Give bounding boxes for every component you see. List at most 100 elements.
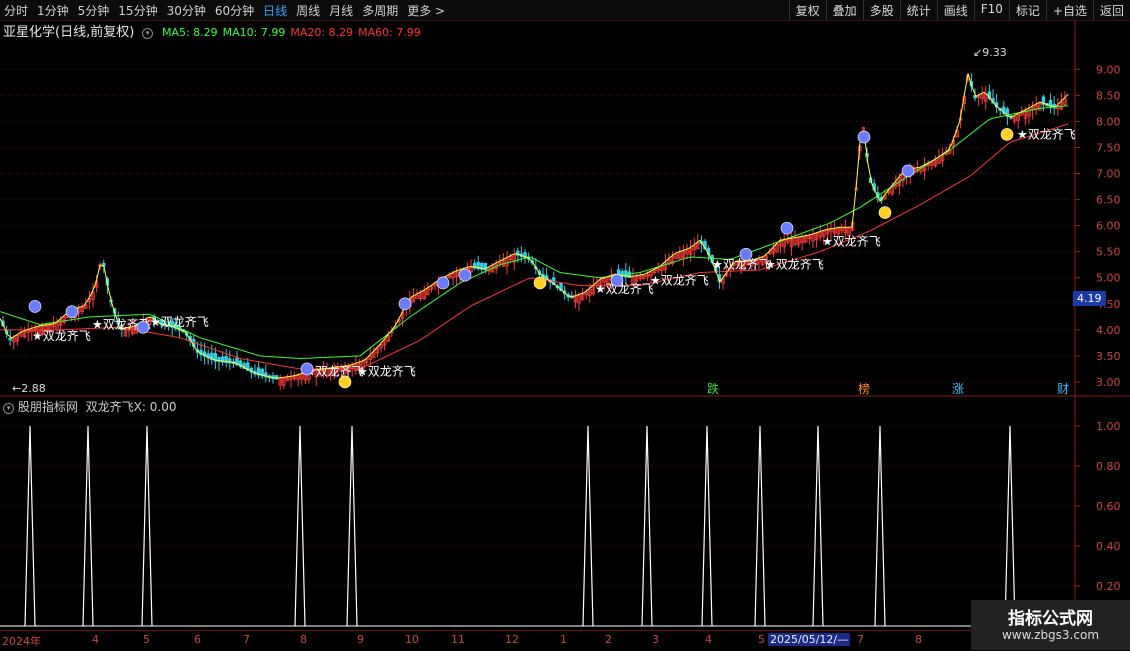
period-tabs: 分时 1分钟 5分钟 15分钟 30分钟 60分钟 日线 周线 月线 多周期 更多 >: [4, 2, 445, 19]
signal-label-4: ★双龙齐飞: [357, 364, 416, 379]
event-label-2: 涨: [952, 381, 964, 396]
indicator-spike-8: [754, 425, 766, 627]
candle-body: [8, 337, 12, 341]
date-label-9: 12: [505, 633, 519, 646]
toolbar-button-0[interactable]: 复权: [788, 0, 826, 20]
toolbar-button-8[interactable]: 返回: [1092, 0, 1130, 20]
face-marker-14: [901, 164, 915, 178]
date-label-6: 9: [357, 633, 364, 646]
ytick-label-8: 5.00: [1096, 272, 1121, 285]
indicator-name: 股朋指标网: [17, 400, 78, 414]
ytick-label-4: 7.00: [1096, 168, 1121, 181]
ma-label-0: MA5: 8.29: [161, 26, 218, 39]
toolbar-button-3[interactable]: 统计: [899, 0, 937, 20]
tab-period-2[interactable]: 5分钟: [78, 2, 110, 19]
face-marker-7: [458, 268, 472, 282]
ytick-label-6: 6.00: [1096, 220, 1121, 233]
date-label-10: 1: [560, 633, 567, 646]
indicator-ytick-label-1: 0.80: [1096, 460, 1121, 473]
indicator-ytick-label-4: 0.20: [1096, 580, 1121, 593]
indicator-spike-1: [82, 425, 94, 627]
date-label-14: 5: [758, 633, 765, 646]
tool-buttons: 复权 叠加 多股 统计 画线 F10 标记 +自选 返回: [788, 0, 1130, 20]
indicator-bar: ▾ 股朋指标网 双龙齐飞X: 0.00: [0, 398, 176, 414]
ma60-line: [0, 123, 1069, 370]
toolbar-button-7[interactable]: +自选: [1045, 0, 1093, 20]
face-marker-8: [533, 276, 547, 290]
watermark-title: 指标公式网: [1008, 609, 1093, 629]
toolbar-button-2[interactable]: 多股: [862, 0, 900, 20]
indicator-spike-4: [346, 425, 358, 627]
ma-legend: MA5: 8.29 MA10: 7.99 MA20: 8.29 MA60: 7.99: [157, 25, 421, 39]
ytick-label-2: 8.00: [1096, 115, 1121, 128]
indicator-spike-0: [24, 425, 36, 627]
tab-period-1[interactable]: 1分钟: [37, 2, 69, 19]
tab-period-3[interactable]: 15分钟: [118, 2, 157, 19]
ytick-label-11: 3.50: [1096, 350, 1121, 363]
face-marker-12: [857, 130, 871, 144]
date-axis: 2024年 4 5 6 7 8 9 10 11 12 1 2 3 4 5 7 8 2025/05/12/—: [0, 630, 1075, 651]
date-label-1: 4: [92, 633, 99, 646]
indicator-ytick-label-0: 1.00: [1096, 420, 1121, 433]
signal-label-10: ★双龙齐飞: [1017, 126, 1076, 141]
price-chart: 9.008.508.007.507.006.506.005.505.004.50…: [0, 20, 1130, 398]
stock-name: 亚星化学(日线,前复权): [3, 25, 135, 40]
collapse-indicator-icon[interactable]: ▾: [3, 403, 14, 414]
event-label-0: 跌: [707, 381, 719, 396]
ma-label-2: MA20: 8.29: [290, 26, 354, 39]
date-label-15: 7: [857, 633, 864, 646]
face-marker-6: [436, 276, 450, 290]
ytick-label-12: 3.00: [1096, 376, 1121, 389]
toolbar-button-6[interactable]: 标记: [1008, 0, 1046, 20]
face-marker-3: [300, 362, 314, 376]
tab-period-4[interactable]: 30分钟: [167, 2, 206, 19]
face-marker-9: [610, 274, 624, 287]
face-marker-10: [739, 247, 753, 261]
signal-label-5: ★双龙齐飞: [595, 281, 654, 296]
date-label-5: 8: [300, 633, 307, 646]
current-price-tag: 4.19: [1073, 291, 1106, 306]
ytick-label-0: 9.00: [1096, 63, 1121, 76]
date-label-3: 6: [194, 633, 201, 646]
date-label-0: 2024年: [2, 635, 41, 648]
date-label-16: 8: [915, 633, 922, 646]
indicator-ytick-label-3: 0.40: [1096, 540, 1121, 553]
ytick-label-7: 5.50: [1096, 246, 1121, 259]
tab-period-7[interactable]: 周线: [296, 2, 320, 19]
signal-label-9: ★双龙齐飞: [822, 233, 881, 248]
indicator-spike-6: [641, 425, 653, 627]
top-toolbar: 分时 1分钟 5分钟 15分钟 30分钟 60分钟 日线 周线 月线 多周期 更多 > 复权 叠加 多股…: [0, 0, 1130, 21]
tab-period-8[interactable]: 月线: [329, 2, 353, 19]
date-label-7: 10: [405, 633, 419, 646]
indicator-spike-9: [812, 425, 824, 627]
ytick-label-10: 4.00: [1096, 324, 1121, 337]
info-bar: 亚星化学(日线,前复权) ▾ MA5: 8.29 MA10: 7.99 MA20: …: [0, 21, 421, 40]
date-cursor: 2025/05/12/—: [768, 633, 851, 646]
signal-label-8: ★双龙齐飞: [765, 257, 824, 272]
ytick-label-1: 8.50: [1096, 89, 1121, 102]
tab-period-10[interactable]: 更多 >: [407, 2, 445, 19]
face-marker-11: [780, 221, 794, 235]
date-label-13: 4: [705, 633, 712, 646]
date-label-12: 3: [652, 633, 659, 646]
tab-period-6[interactable]: 日线: [263, 2, 287, 19]
face-marker-0: [28, 300, 42, 313]
toolbar-button-1[interactable]: 叠加: [825, 0, 863, 20]
signal-label-6: ★双龙齐飞: [650, 272, 709, 287]
indicator-spike-2: [141, 425, 153, 627]
tab-period-0[interactable]: 分时: [4, 2, 28, 19]
indicator-spike-11: [1004, 425, 1016, 627]
indicator-spike-10: [874, 425, 886, 627]
tab-period-5[interactable]: 60分钟: [215, 2, 254, 19]
toolbar-button-4[interactable]: 画线: [936, 0, 974, 20]
tab-period-9[interactable]: 多周期: [362, 2, 398, 19]
signal-label-0: ★双龙齐飞: [32, 328, 91, 343]
date-label-8: 11: [451, 633, 465, 646]
face-marker-4: [338, 375, 352, 389]
ma-label-3: MA60: 7.99: [358, 26, 421, 39]
ytick-label-3: 7.50: [1096, 141, 1121, 154]
date-label-2: 5: [143, 633, 150, 646]
indicator-chart: 1.00 0.80 0.60 0.40 0.20: [0, 398, 1121, 630]
toolbar-button-5[interactable]: F10: [973, 0, 1009, 20]
indicator-spike-7: [701, 425, 713, 627]
